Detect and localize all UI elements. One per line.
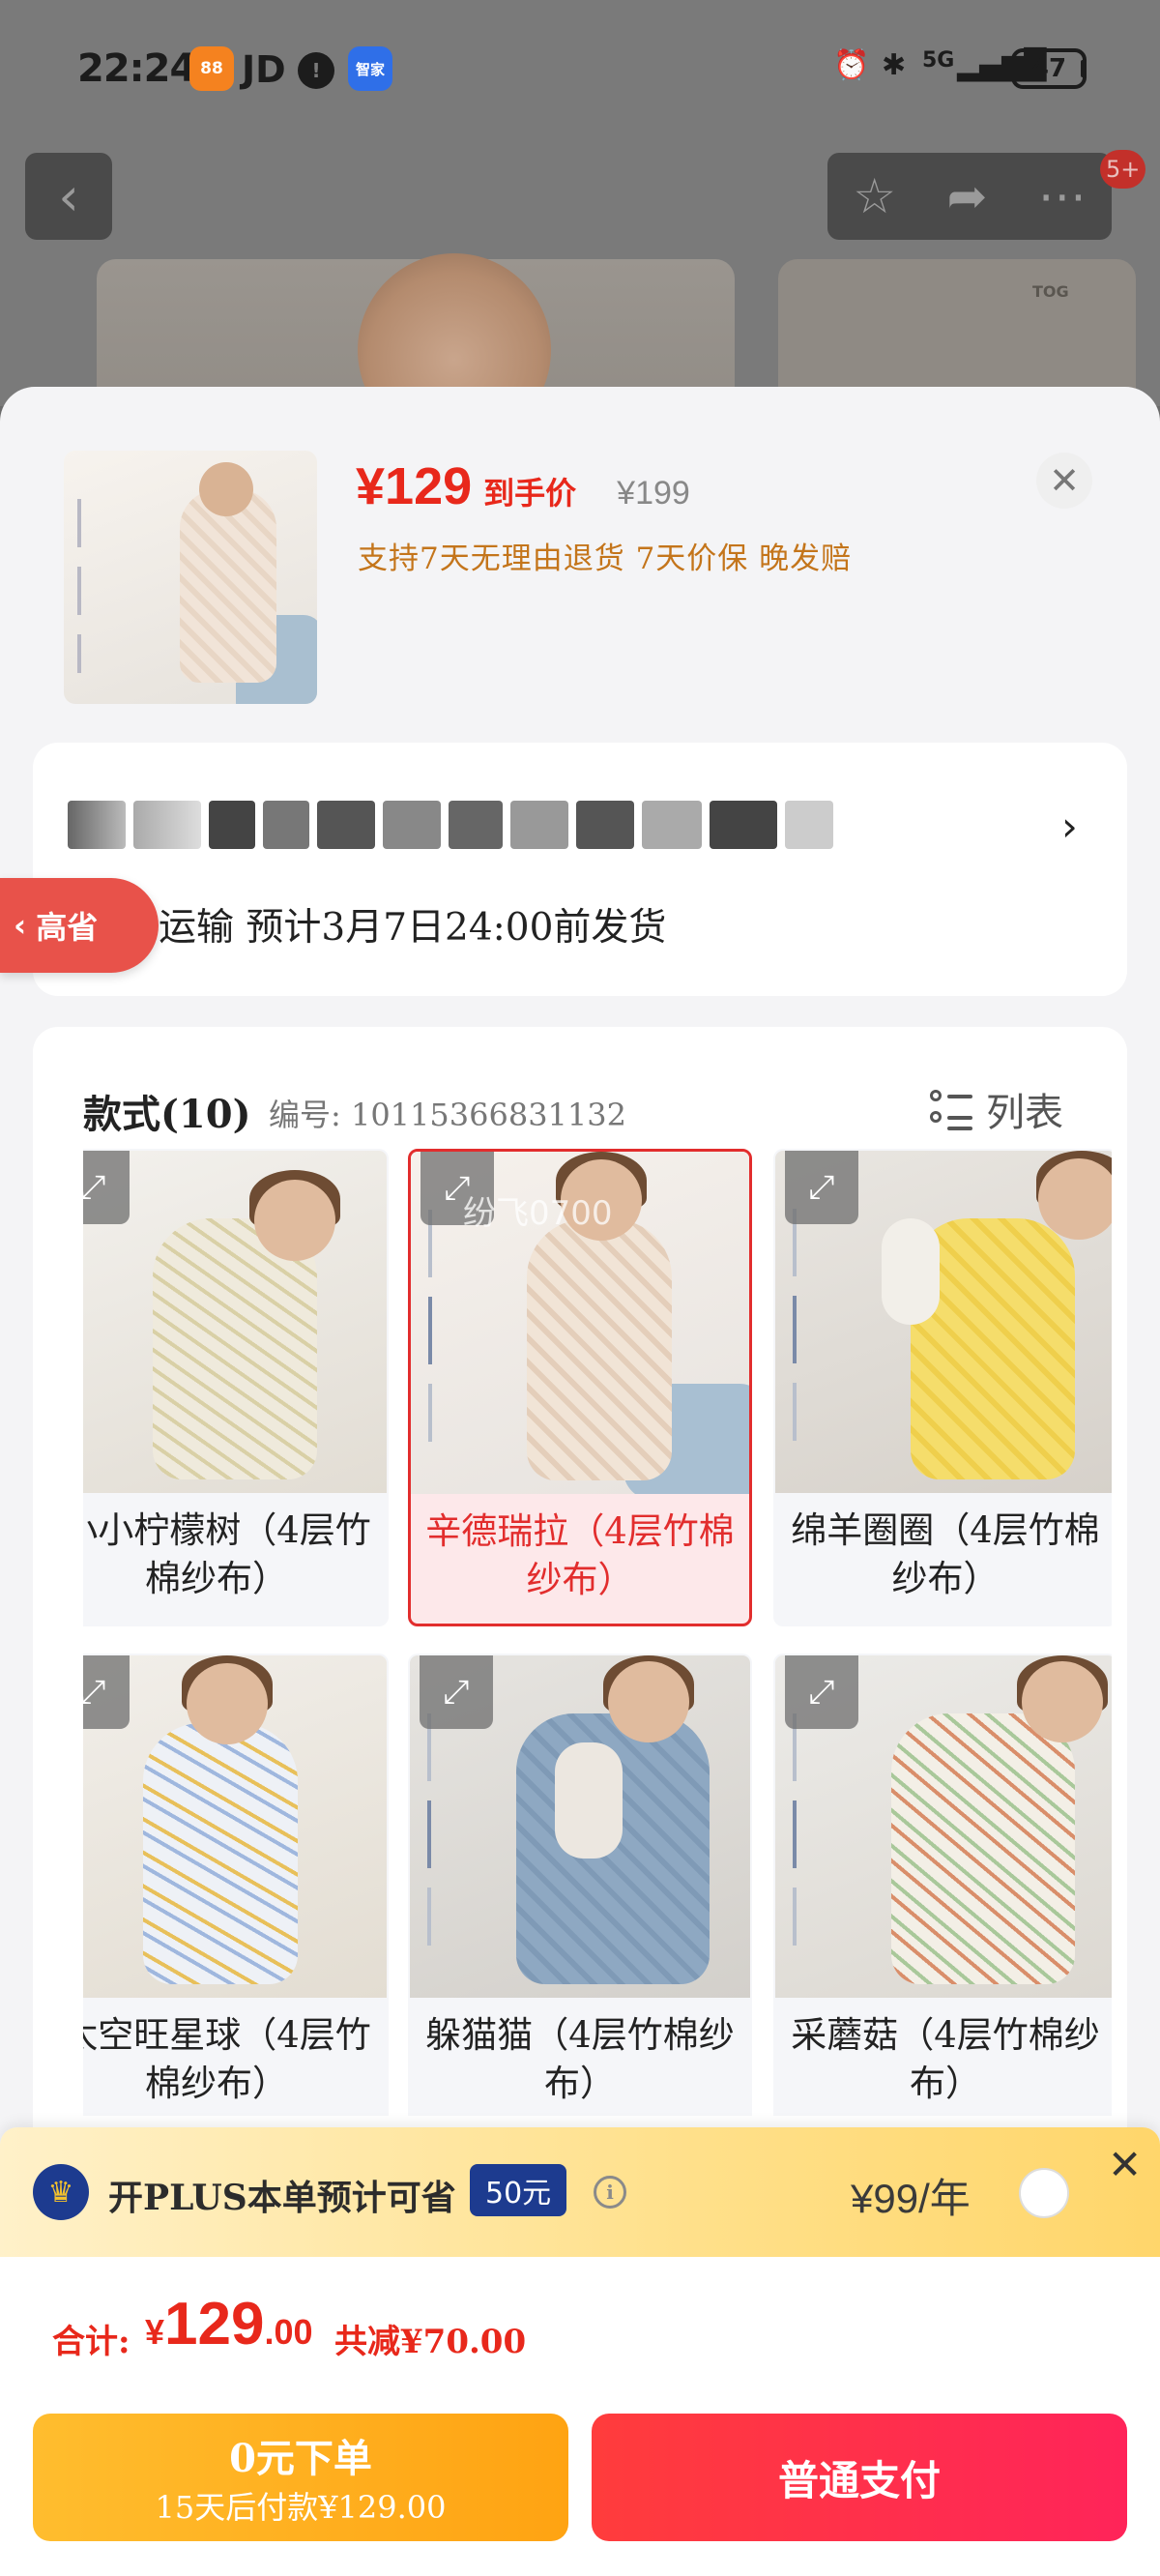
plus-price: ¥99/年: [851, 2176, 971, 2221]
battery-tip: [1081, 60, 1087, 77]
pay-later-button[interactable]: 0元下单 15天后付款¥129.00: [33, 2414, 568, 2541]
style-option-selected[interactable]: ⤢ 纷飞0700 辛德瑞拉（4层竹棉纱布）: [408, 1149, 752, 1626]
total-integer: 129: [164, 2291, 265, 2357]
alarm-icon: ⏰: [833, 48, 870, 82]
crown-icon: ♛: [33, 2164, 89, 2220]
style-option[interactable]: ⤢ 绵羊圈圈（4层竹棉纱布）: [773, 1149, 1112, 1626]
thumbnail-guide-bar: [77, 634, 81, 673]
total-label: 合计:: [52, 2323, 130, 2361]
battery-indicator: 47: [1011, 48, 1087, 89]
style-option-label: 小小柠檬树（4层竹棉纱布）: [83, 1509, 371, 1599]
expand-icon[interactable]: ⤢: [83, 1655, 130, 1729]
price-row: ¥129 到手价 ¥199: [356, 456, 690, 515]
thumbnail-guide-bar: [77, 499, 81, 547]
chevron-left-icon: ‹: [14, 907, 27, 944]
address-card[interactable]: › 快递 运输 预计3月7日24:00前发货: [33, 743, 1127, 996]
background-tog-label: TOG: [1032, 282, 1069, 301]
style-title: 款式(10): [83, 1092, 251, 1137]
total-decimal: .00: [264, 2312, 313, 2352]
app-notification-icon: 88: [189, 46, 234, 91]
product-code: 编号: 10115366831132: [269, 1097, 626, 1133]
pay-later-sub-label: 15天后付款¥129.00: [155, 2489, 447, 2526]
more-icon[interactable]: ⋯: [1038, 168, 1087, 224]
total-amount: ¥ 129 .00: [145, 2290, 313, 2358]
background-side-photo: [778, 259, 1136, 406]
style-option[interactable]: ⤢ 小小柠檬树（4层竹棉纱布）: [83, 1149, 389, 1626]
expand-icon[interactable]: ⤢: [420, 1655, 493, 1729]
style-option-label: 太空旺星球（4层竹棉纱布）: [83, 2014, 371, 2104]
watermark: 纷飞0700: [463, 1194, 613, 1233]
normal-pay-button[interactable]: 普通支付: [592, 2414, 1127, 2541]
style-option-label: 采蘑菇（4层竹棉纱布）: [791, 2014, 1100, 2104]
app-dot-icon: !: [298, 52, 334, 89]
action-bar: 0元下单 15天后付款¥129.00 普通支付: [0, 2398, 1160, 2576]
plus-membership-banner[interactable]: ♛ 开PLUS本单预计可省 50元 i ¥99/年 ✕: [0, 2127, 1160, 2257]
expand-icon[interactable]: ⤢: [785, 1655, 858, 1729]
shipping-estimate: 运输 预计3月7日24:00前发货: [159, 906, 667, 950]
expand-icon[interactable]: ⤢: [785, 1151, 858, 1224]
final-price: ¥129: [356, 457, 473, 515]
plus-savings-badge: 50元: [470, 2164, 567, 2216]
total-discount: 共减¥70.00: [334, 2323, 527, 2361]
pay-later-main-label: 0元下单: [229, 2436, 372, 2481]
favorite-star-icon[interactable]: ☆: [853, 168, 896, 224]
thumbnail-child-head: [199, 462, 253, 516]
style-option-label: 辛德瑞拉（4层竹棉纱布）: [425, 1510, 735, 1600]
high-savings-tag[interactable]: ‹ 高省: [0, 878, 159, 973]
plus-opt-in-radio[interactable]: [1019, 2168, 1069, 2218]
status-bar: 22:24 88 JD ! 智家 ⏰ ✱ 5G ▂▄▆█ 47: [0, 0, 1160, 145]
close-plus-banner-icon[interactable]: ✕: [1108, 2141, 1142, 2188]
style-option[interactable]: ⤢ 太空旺星球（4层竹棉纱布）: [83, 1654, 389, 2116]
share-icon[interactable]: ➦: [946, 168, 987, 224]
list-view-icon: [930, 1088, 972, 1130]
back-button[interactable]: ‹: [25, 153, 112, 240]
style-option-label: 躲猫猫（4层竹棉纱布）: [425, 2014, 735, 2104]
close-sheet-button[interactable]: ✕: [1036, 453, 1092, 509]
jd-notification-label: JD: [242, 48, 286, 91]
network-label: 5G: [922, 48, 955, 73]
list-view-label: 列表: [986, 1091, 1063, 1135]
original-price: ¥199: [617, 475, 690, 512]
style-option[interactable]: ⤢ 躲猫猫（4层竹棉纱布）: [408, 1654, 752, 2116]
order-total-bar: 合计: ¥ 129 .00 共减¥70.00: [0, 2257, 1160, 2398]
bluetooth-icon: ✱: [882, 48, 907, 82]
message-count-badge: 5+: [1100, 150, 1146, 189]
thumbnail-guide-bar: [77, 567, 81, 615]
style-option[interactable]: ⤢ 采蘑菇（4层竹棉纱布）: [773, 1654, 1112, 2116]
style-option-label: 绵羊圈圈（4层竹棉纱布）: [791, 1509, 1100, 1599]
smart-home-notification-icon: 智家: [348, 46, 392, 91]
top-action-group: ☆ ➦ ⋯: [827, 153, 1112, 240]
selected-product-thumbnail[interactable]: [64, 451, 317, 704]
style-grid: ⤢ 小小柠檬树（4层竹棉纱布） ⤢ 纷飞0700 辛德瑞拉（4层竹棉纱布）: [83, 1149, 1112, 2116]
list-view-toggle[interactable]: 列表: [930, 1081, 1063, 1137]
address-chevron-icon[interactable]: ›: [1061, 803, 1078, 850]
blurred-address: [68, 801, 833, 849]
final-price-label: 到手价: [483, 475, 577, 512]
status-time: 22:24: [77, 46, 196, 91]
info-icon[interactable]: i: [594, 2176, 626, 2209]
total-currency: ¥: [145, 2312, 165, 2352]
high-savings-label: 高省: [36, 909, 99, 946]
service-promises: 支持7天无理由退货 7天价保 晚发赔: [358, 542, 853, 576]
thumbnail-sleepsuit: [180, 489, 276, 683]
plus-savings-text: 开PLUS本单预计可省: [108, 2178, 456, 2218]
expand-icon[interactable]: ⤢: [83, 1151, 130, 1224]
